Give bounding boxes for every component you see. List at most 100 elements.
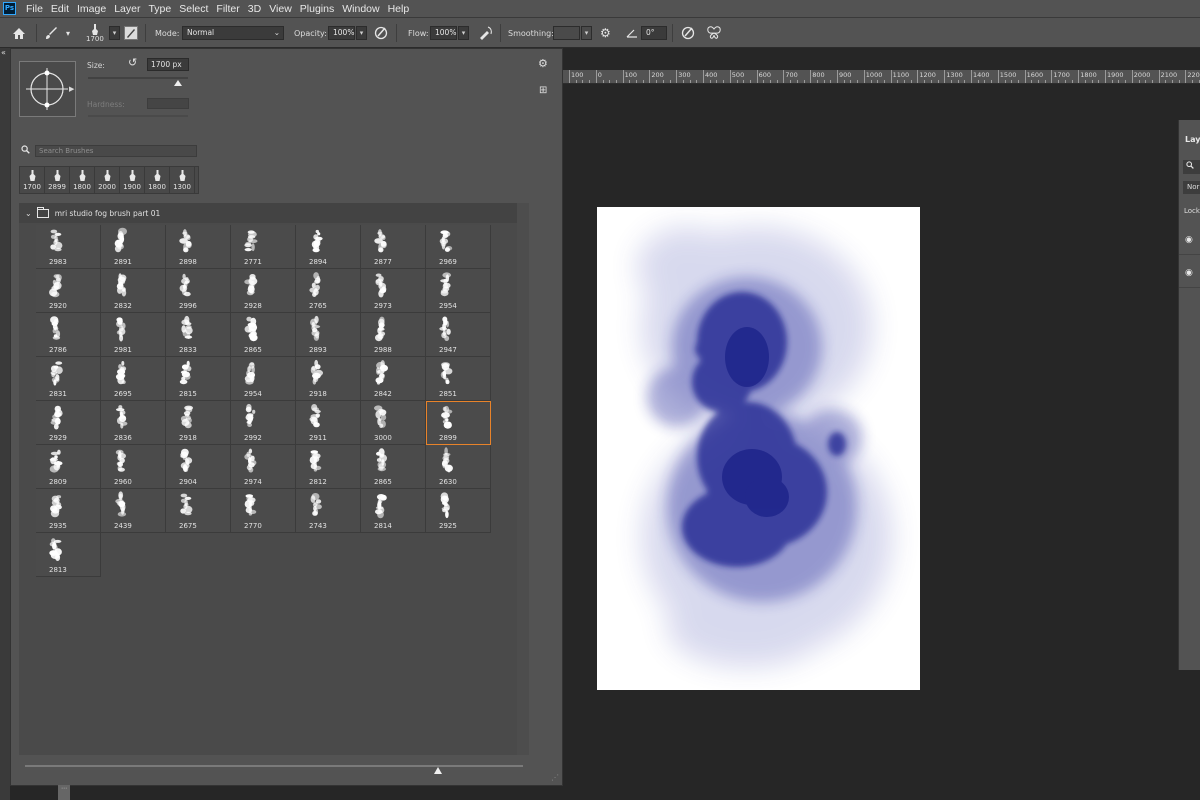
- brush-preset[interactable]: 2865: [361, 445, 426, 489]
- recent-brush[interactable]: 2899: [45, 167, 70, 193]
- size-pressure-toggle[interactable]: [681, 18, 695, 48]
- brush-preset[interactable]: 2920: [36, 269, 101, 313]
- recent-brush[interactable]: 1800: [145, 167, 170, 193]
- brush-preset[interactable]: 2911: [296, 401, 361, 445]
- preview-size-slider-thumb[interactable]: [434, 767, 443, 774]
- opacity-pressure-toggle[interactable]: [374, 18, 388, 48]
- menu-image[interactable]: Image: [73, 0, 110, 18]
- recent-brush[interactable]: 1800: [70, 167, 95, 193]
- brush-preset[interactable]: 2988: [361, 313, 426, 357]
- photoshop-logo[interactable]: Ps: [3, 2, 16, 15]
- recent-brush[interactable]: 1900: [120, 167, 145, 193]
- brush-angle-field[interactable]: 0°: [626, 18, 667, 48]
- menu-type[interactable]: Type: [144, 0, 175, 18]
- brush-settings-toggle[interactable]: [124, 18, 138, 48]
- brush-preset[interactable]: 2935: [36, 489, 101, 533]
- brush-preset[interactable]: 2630: [426, 445, 491, 489]
- brush-preset[interactable]: 2814: [361, 489, 426, 533]
- recent-brush[interactable]: 1700: [20, 167, 45, 193]
- airbrush-toggle[interactable]: [478, 18, 493, 48]
- brush-preset[interactable]: 3000: [361, 401, 426, 445]
- brush-tip-preview[interactable]: ▶: [19, 61, 76, 117]
- brush-preset[interactable]: 2974: [231, 445, 296, 489]
- brush-preset[interactable]: 2918: [296, 357, 361, 401]
- brush-preset[interactable]: 2743: [296, 489, 361, 533]
- brush-preset[interactable]: 2813: [36, 533, 101, 577]
- brush-preset[interactable]: 2675: [166, 489, 231, 533]
- brush-preset[interactable]: 2954: [426, 269, 491, 313]
- smoothing-options-button[interactable]: ⚙: [600, 18, 611, 48]
- preview-size-slider[interactable]: [25, 765, 523, 767]
- home-button[interactable]: [12, 18, 26, 48]
- menu-layer[interactable]: Layer: [110, 0, 144, 18]
- brush-preset[interactable]: 2954: [231, 357, 296, 401]
- brush-preset[interactable]: 2898: [166, 225, 231, 269]
- chevron-down-icon[interactable]: ⌄: [25, 209, 32, 218]
- brush-preset[interactable]: 2947: [426, 313, 491, 357]
- menu-window[interactable]: Window: [338, 0, 383, 18]
- brush-preset[interactable]: 2851: [426, 357, 491, 401]
- brush-preset[interactable]: 2815: [166, 357, 231, 401]
- layer-blend-mode-select[interactable]: Nor: [1183, 181, 1200, 194]
- brush-preset[interactable]: 2894: [296, 225, 361, 269]
- brush-preset[interactable]: 2925: [426, 489, 491, 533]
- size-slider-thumb[interactable]: [174, 80, 182, 86]
- brush-preset[interactable]: 2929: [36, 401, 101, 445]
- brush-preset[interactable]: 2809: [36, 445, 101, 489]
- brush-preset[interactable]: 2832: [101, 269, 166, 313]
- brush-preset[interactable]: 2771: [231, 225, 296, 269]
- brush-preset[interactable]: 2770: [231, 489, 296, 533]
- recent-brush[interactable]: 1300: [170, 167, 195, 193]
- menu-help[interactable]: Help: [384, 0, 414, 18]
- brush-preset[interactable]: 2695: [101, 357, 166, 401]
- layers-filter[interactable]: [1183, 160, 1200, 174]
- menu-3d[interactable]: 3D: [244, 0, 265, 18]
- eye-icon[interactable]: ◉: [1185, 268, 1193, 278]
- layers-tab[interactable]: Laye: [1185, 135, 1200, 144]
- brush-picker-dropdown[interactable]: ▾: [108, 18, 120, 48]
- smoothing-field[interactable]: ▾: [553, 18, 592, 48]
- menu-edit[interactable]: Edit: [47, 0, 73, 18]
- brush-preset[interactable]: 2439: [101, 489, 166, 533]
- mode-select[interactable]: Normal ⌄: [182, 18, 284, 48]
- collapse-arrows-icon[interactable]: «: [1, 48, 6, 57]
- brush-preset[interactable]: 2786: [36, 313, 101, 357]
- brush-preset[interactable]: 2812: [296, 445, 361, 489]
- brush-tool-preset-picker[interactable]: ▾: [44, 18, 70, 48]
- resize-grip-icon[interactable]: ⋰: [551, 773, 559, 782]
- size-input[interactable]: 1700 px: [147, 58, 189, 71]
- brush-preset[interactable]: 2904: [166, 445, 231, 489]
- menu-select[interactable]: Select: [175, 0, 212, 18]
- eye-icon[interactable]: ◉: [1185, 235, 1193, 245]
- layer-row[interactable]: ◉: [1179, 256, 1200, 288]
- brush-preset[interactable]: 2836: [101, 401, 166, 445]
- brush-preset[interactable]: 2833: [166, 313, 231, 357]
- brush-preset-picker[interactable]: 1700: [86, 18, 104, 48]
- document-canvas[interactable]: [597, 207, 920, 690]
- flow-field[interactable]: 100% ▾: [430, 18, 469, 48]
- gear-icon[interactable]: ⚙: [538, 57, 548, 70]
- new-preset-icon[interactable]: ⊞: [539, 85, 547, 96]
- brush-preset[interactable]: 2973: [361, 269, 426, 313]
- size-slider[interactable]: [88, 77, 188, 79]
- opacity-field[interactable]: 100% ▾: [328, 18, 367, 48]
- brush-preset[interactable]: 2865: [231, 313, 296, 357]
- edit-toolbar-button[interactable]: ⋯: [58, 785, 70, 800]
- menu-file[interactable]: File: [22, 0, 47, 18]
- layer-row[interactable]: ◉: [1179, 223, 1200, 255]
- menu-plugins[interactable]: Plugins: [296, 0, 338, 18]
- brush-preset[interactable]: 2981: [101, 313, 166, 357]
- brush-preset[interactable]: 2928: [231, 269, 296, 313]
- brush-preset[interactable]: 2842: [361, 357, 426, 401]
- recent-brush[interactable]: 2000: [95, 167, 120, 193]
- reset-size-icon[interactable]: ↺: [128, 56, 137, 69]
- brush-preset[interactable]: 2899: [426, 401, 491, 445]
- brush-preset[interactable]: 2996: [166, 269, 231, 313]
- brush-preset[interactable]: 2918: [166, 401, 231, 445]
- brush-preset[interactable]: 2891: [101, 225, 166, 269]
- brush-preset[interactable]: 2992: [231, 401, 296, 445]
- brush-folder-header[interactable]: ⌄ mri studio fog brush part 01: [19, 203, 517, 223]
- search-brushes-input[interactable]: [35, 145, 197, 157]
- brush-preset[interactable]: 2765: [296, 269, 361, 313]
- brush-preset[interactable]: 2983: [36, 225, 101, 269]
